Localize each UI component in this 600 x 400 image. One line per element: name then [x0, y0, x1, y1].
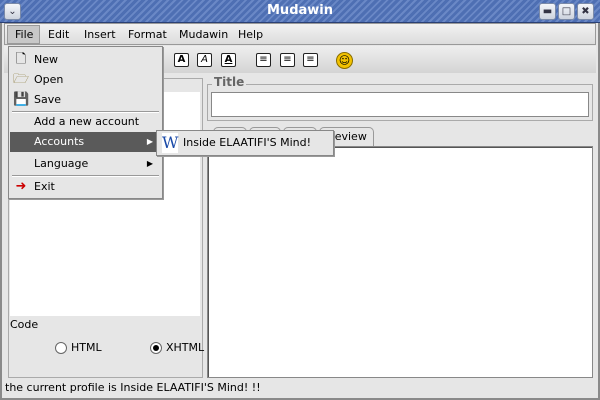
underline-icon[interactable]: A: [221, 53, 236, 67]
xhtml-radio[interactable]: [150, 342, 162, 354]
accounts-submenu: W Inside ELAATIFI'S Mind!: [156, 130, 334, 156]
align-left-icon[interactable]: ≡: [280, 53, 295, 67]
wordpress-icon: W: [162, 133, 179, 153]
menu-item-label: Add a new account: [34, 115, 140, 128]
title-bar[interactable]: ⌄ Mudawin ▬ □ ✖: [0, 0, 600, 23]
xhtml-radio-label: XHTML: [166, 341, 205, 354]
menu-file[interactable]: File: [15, 28, 33, 41]
maximize-icon: □: [561, 6, 572, 17]
menu-item-label: Exit: [34, 180, 55, 193]
window-title: Mudawin: [267, 3, 333, 18]
submenu-arrow-icon: ▶: [146, 159, 153, 168]
new-file-icon: 🗋: [15, 52, 27, 67]
menu-item-label: New: [34, 53, 58, 66]
title-label: Title: [212, 75, 247, 89]
menu-insert[interactable]: Insert: [84, 28, 116, 41]
italic-icon[interactable]: A: [197, 53, 212, 67]
menu-edit[interactable]: Edit: [48, 28, 69, 41]
editor-content[interactable]: [207, 146, 593, 378]
align-center-icon[interactable]: ≡: [256, 53, 271, 67]
menu-item-new[interactable]: 🗋 New: [10, 50, 161, 70]
menu-item-open[interactable]: 🗁 Open: [10, 70, 161, 90]
menu-item-label: Open: [34, 73, 64, 86]
html-radio[interactable]: [55, 342, 67, 354]
menu-item-exit[interactable]: ➜ Exit: [10, 177, 161, 197]
exit-icon: ➜: [15, 179, 27, 194]
menu-help[interactable]: Help: [238, 28, 263, 41]
smiley-icon[interactable]: ☺: [336, 52, 353, 69]
align-right-icon[interactable]: ≡: [303, 53, 318, 67]
menu-item-label: Save: [34, 93, 62, 106]
close-button[interactable]: ✖: [577, 3, 594, 20]
file-menu: 🗋 New 🗁 Open 💾 Save Add a new account Accou…: [8, 46, 163, 199]
menu-format[interactable]: Format: [128, 28, 167, 41]
account-item-label: Inside ELAATIFI'S Mind!: [183, 136, 312, 149]
account-item[interactable]: W Inside ELAATIFI'S Mind!: [158, 133, 332, 153]
menubar: File Edit Insert Format Mudawin Help: [4, 23, 596, 45]
save-icon: 💾: [13, 92, 30, 107]
html-radio-label: HTML: [71, 341, 102, 354]
code-label: Code: [10, 318, 39, 331]
submenu-arrow-icon: ▶: [146, 137, 153, 146]
status-bar: the current profile is Inside ELAATIFI'S…: [5, 381, 261, 394]
menu-item-language[interactable]: Language ▶: [10, 154, 161, 174]
menu-item-accounts[interactable]: Accounts ▶: [10, 132, 161, 152]
close-icon: ✖: [581, 6, 590, 17]
menu-item-save[interactable]: 💾 Save: [10, 90, 161, 110]
menu-item-add-account[interactable]: Add a new account: [10, 112, 161, 132]
maximize-button[interactable]: □: [558, 3, 575, 20]
menu-item-label: Accounts: [34, 135, 85, 148]
menu-mudawin[interactable]: Mudawin: [179, 28, 228, 41]
folder-open-icon: 🗁: [13, 72, 30, 87]
bold-icon[interactable]: A: [174, 53, 189, 67]
title-input[interactable]: [211, 92, 589, 117]
minimize-button[interactable]: ▬: [539, 3, 556, 20]
minimize-icon: ▬: [542, 6, 553, 17]
menu-item-label: Language: [34, 157, 89, 170]
